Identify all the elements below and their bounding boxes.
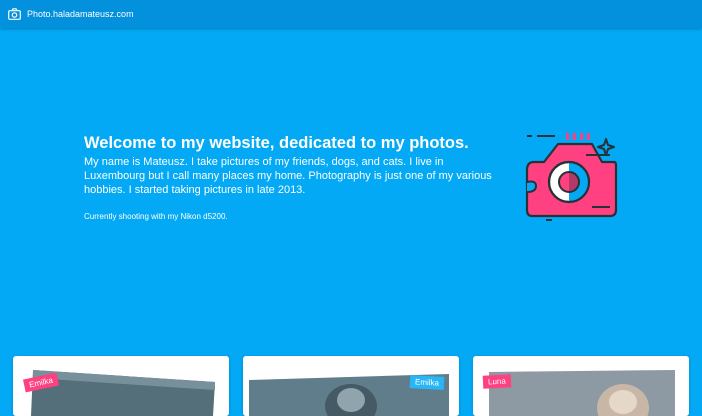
camera-illustration-icon [525,133,618,221]
hero-description: My name is Mateusz. I take pictures of m… [84,156,492,196]
gallery-card-1[interactable]: Emilka [13,356,229,416]
camera-icon [8,8,21,20]
top-bar: Photo.haladamateusz.com [0,0,702,28]
site-name-link[interactable]: Photo.haladamateusz.com [27,9,134,19]
gallery-card-2[interactable]: Emilka [243,356,459,416]
gallery-card-3[interactable]: Luna [473,356,689,416]
hero-title: Welcome to my website, dedicated to my p… [84,134,469,152]
tag-label: Emilka [414,377,440,388]
equipment-note: Currently shooting with my Nikon d5200. [84,212,228,221]
photo-tag: Emilka [409,375,445,390]
photo-tag: Luna [482,374,512,389]
tag-label: Luna [487,376,507,387]
